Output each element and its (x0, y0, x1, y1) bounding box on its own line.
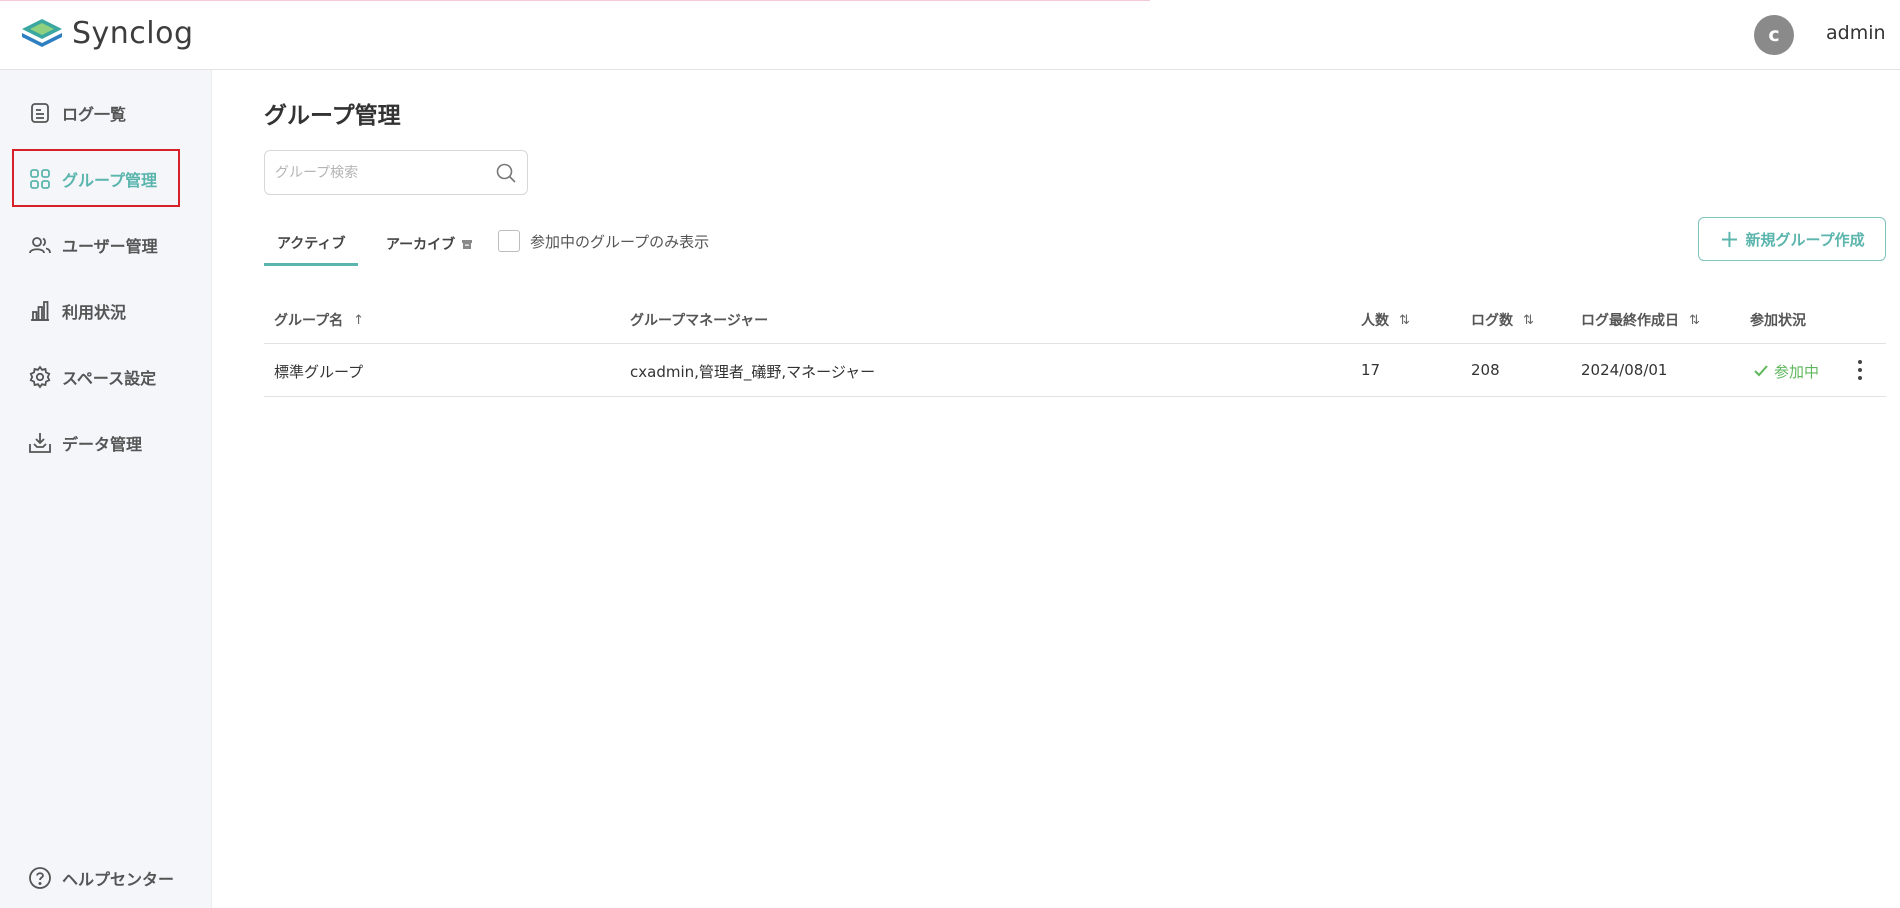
bar-chart-icon (28, 299, 52, 323)
tab-archive[interactable]: アーカイブ (373, 222, 486, 266)
question-circle-icon (28, 866, 52, 890)
column-header-members[interactable]: 人数 ⇅ (1361, 310, 1410, 330)
search-input[interactable] (275, 151, 495, 194)
group-search (264, 150, 528, 195)
table-header: グループ名 ↑ グループマネージャー 人数 ⇅ ログ数 ⇅ ログ最終作成日 ⇅ … (264, 296, 1886, 344)
column-label: 人数 (1361, 313, 1389, 329)
sidebar-item-label: ユーザー管理 (62, 237, 158, 256)
column-header-logs[interactable]: ログ数 ⇅ (1471, 310, 1534, 330)
download-tray-icon (28, 431, 52, 455)
column-header-last-created[interactable]: ログ最終作成日 ⇅ (1581, 310, 1700, 330)
sidebar-item-label: 利用状況 (62, 303, 127, 322)
more-options-icon[interactable] (1852, 354, 1868, 386)
checkbox-label: 参加中のグループのみ表示 (530, 233, 710, 251)
grid-icon (28, 167, 52, 191)
column-header-manager: グループマネージャー (630, 310, 768, 330)
cell-members: 17 (1361, 361, 1381, 379)
column-header-group-name[interactable]: グループ名 ↑ (274, 310, 364, 330)
sidebar-item-label: スペース設定 (62, 369, 157, 388)
sidebar-item-group-management[interactable]: グループ管理 (0, 151, 212, 207)
sidebar-item-data-management[interactable]: データ管理 (0, 415, 212, 471)
tab-active[interactable]: アクティブ (264, 222, 359, 266)
column-label: ログ最終作成日 (1581, 313, 1679, 329)
search-icon[interactable] (495, 162, 517, 184)
status-badge: 参加中 (1754, 361, 1819, 382)
group-table: グループ名 ↑ グループマネージャー 人数 ⇅ ログ数 ⇅ ログ最終作成日 ⇅ … (264, 296, 1886, 397)
document-icon (28, 101, 52, 125)
sort-arrow-icon[interactable]: ↑ (353, 313, 364, 328)
button-label: 新規グループ作成 (1745, 230, 1865, 249)
avatar[interactable]: c (1754, 15, 1794, 55)
sidebar-item-user-management[interactable]: ユーザー管理 (0, 217, 212, 273)
column-header-status: 参加状況 (1750, 310, 1806, 330)
cell-managers: cxadmin,管理者_礒野,マネージャー (630, 363, 876, 381)
cell-logs: 208 (1471, 361, 1500, 379)
plus-icon: + (1719, 225, 1740, 253)
sort-arrow-icon[interactable]: ⇅ (1523, 313, 1534, 328)
app-logo[interactable]: Synclog (20, 16, 194, 51)
status-label: 参加中 (1774, 363, 1820, 381)
app-name: Synclog (72, 16, 194, 51)
column-label: グループマネージャー (630, 313, 769, 329)
sidebar-item-help-center[interactable]: ヘルプセンター (0, 850, 212, 906)
sidebar-item-label: データ管理 (62, 435, 143, 454)
users-icon (28, 233, 52, 257)
username[interactable]: admin (1826, 22, 1886, 44)
sidebar-item-space-settings[interactable]: スペース設定 (0, 349, 212, 405)
sidebar-item-usage[interactable]: 利用状況 (0, 283, 212, 339)
joined-only-checkbox[interactable] (498, 230, 520, 252)
column-label: ログ数 (1471, 313, 1513, 329)
sidebar-item-label: ログ一覧 (62, 105, 127, 124)
tab-label: アクティブ (277, 235, 346, 252)
sidebar-item-label: グループ管理 (62, 171, 158, 190)
sidebar: ログ一覧 グループ管理 ユーザー管理 利用状況 スペース設定 データ管理 ヘルプ… (0, 70, 212, 908)
table-row[interactable]: 標準グループ cxadmin,管理者_礒野,マネージャー 17 208 2024… (264, 344, 1886, 397)
sidebar-item-label: ヘルプセンター (62, 870, 175, 889)
gear-icon (28, 365, 52, 389)
page-title: グループ管理 (264, 103, 401, 129)
sort-arrow-icon[interactable]: ⇅ (1399, 313, 1410, 328)
cell-last-created: 2024/08/01 (1581, 361, 1668, 379)
sort-arrow-icon[interactable]: ⇅ (1689, 313, 1700, 328)
cell-group-name[interactable]: 標準グループ (274, 361, 363, 382)
sidebar-item-log-list[interactable]: ログ一覧 (0, 85, 212, 141)
new-group-button[interactable]: + 新規グループ作成 (1698, 217, 1886, 261)
top-bar: Synclog c admin (0, 0, 1900, 70)
synclog-logo-icon (22, 18, 62, 47)
archive-icon (461, 238, 473, 250)
check-icon (1754, 363, 1768, 381)
top-accent-line (0, 0, 1150, 1)
main-content: グループ管理 アクティブ アーカイブ 参加中のグループのみ表示 + 新規グループ… (213, 70, 1900, 908)
tab-label: アーカイブ (386, 237, 456, 253)
column-label: 参加状況 (1750, 313, 1806, 329)
column-label: グループ名 (274, 313, 344, 329)
